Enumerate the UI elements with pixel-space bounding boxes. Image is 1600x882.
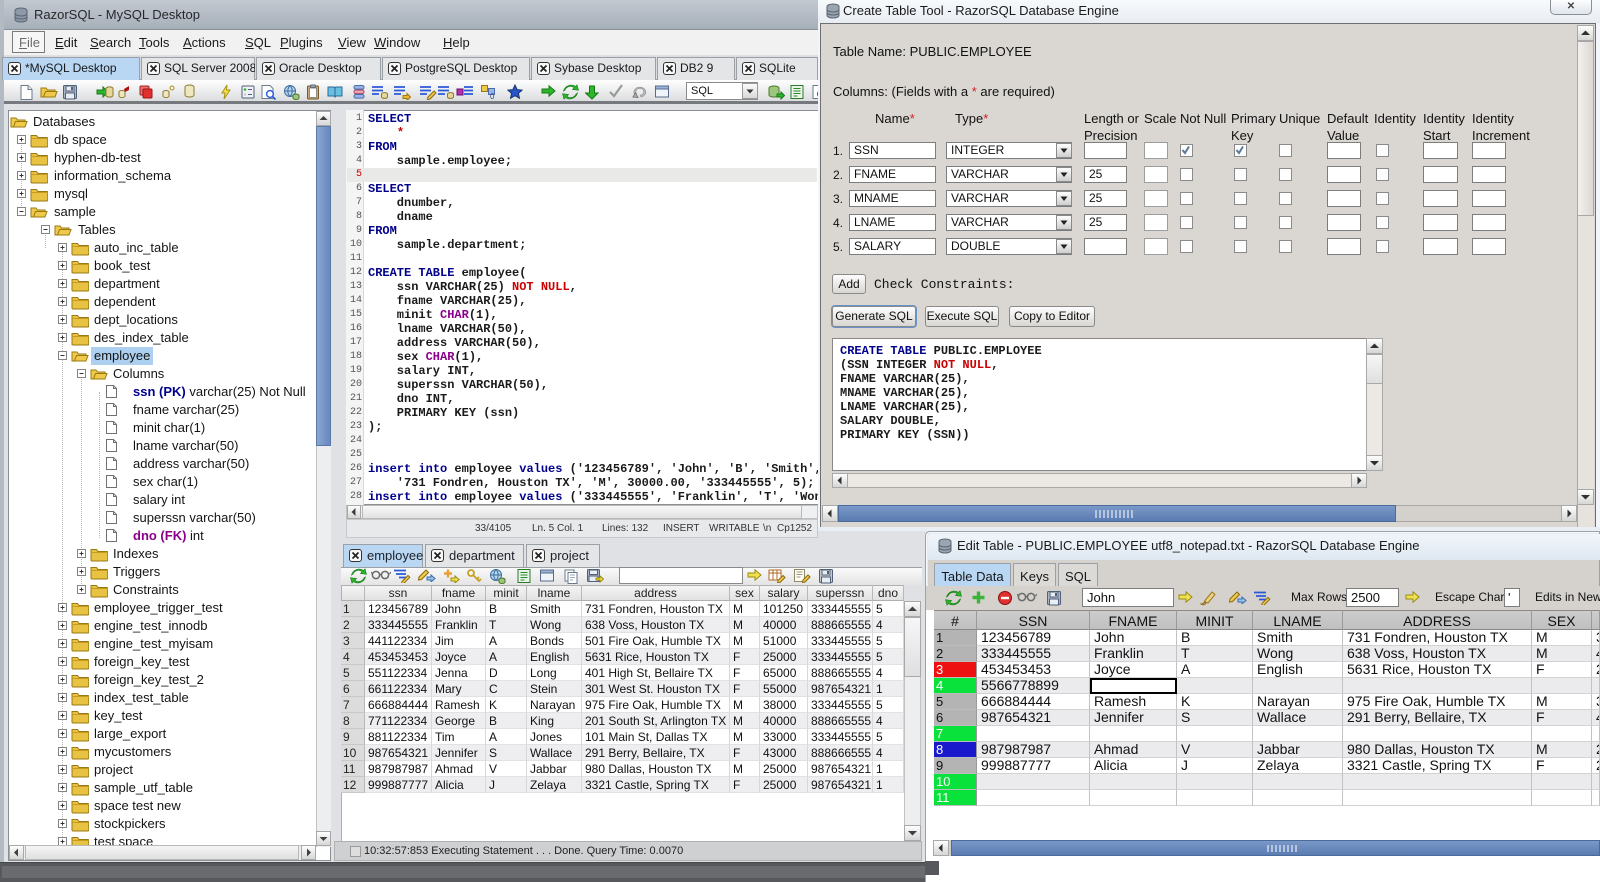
svg-text:0: 0 <box>490 92 495 100</box>
